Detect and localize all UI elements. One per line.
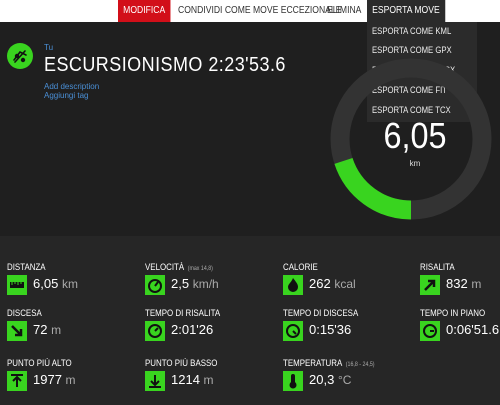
delete-button[interactable]: ELIMINA <box>327 0 361 22</box>
gauge-value: 6,05 <box>383 115 447 156</box>
clock-down-icon <box>283 321 303 341</box>
highest-point-icon <box>7 371 27 391</box>
user-label[interactable]: Tu <box>44 43 53 52</box>
arrow-up-right-icon <box>420 275 440 295</box>
speedometer-icon <box>145 275 165 295</box>
gauge-unit: km <box>409 159 421 168</box>
stat-label: DISTANZA <box>7 262 46 272</box>
ruler-icon <box>7 275 27 295</box>
page-title: ESCURSIONISMO 2:23'53.6 <box>44 54 286 76</box>
lowest-point-icon <box>145 371 165 391</box>
stats-panel: DISTANZA 6,05 km VELOCITÀ (max 14,8) 2,5 … <box>0 236 500 405</box>
top-toolbar: MODIFICA CONDIVIDI COME MOVE ECCEZIONALE… <box>0 0 500 22</box>
thermometer-icon <box>283 371 303 391</box>
clock-up-icon <box>145 321 165 341</box>
clock-flat-icon <box>420 321 440 341</box>
add-description-link[interactable]: Add description <box>44 82 99 91</box>
edit-button[interactable]: MODIFICA <box>118 0 171 22</box>
export-kml-item[interactable]: ESPORTA COME KML <box>372 26 451 36</box>
share-button[interactable]: CONDIVIDI COME MOVE ECCEZIONALE <box>178 0 341 22</box>
arrow-down-right-icon <box>7 321 27 341</box>
export-gpx-item[interactable]: ESPORTA COME GPX <box>372 45 452 55</box>
flame-icon <box>283 275 303 295</box>
activity-icon <box>7 43 33 69</box>
export-menu-button[interactable]: ESPORTA MOVE <box>367 0 445 22</box>
add-tag-link[interactable]: Aggiungi tag <box>44 91 88 100</box>
gauge-progress-arc <box>334 157 412 220</box>
